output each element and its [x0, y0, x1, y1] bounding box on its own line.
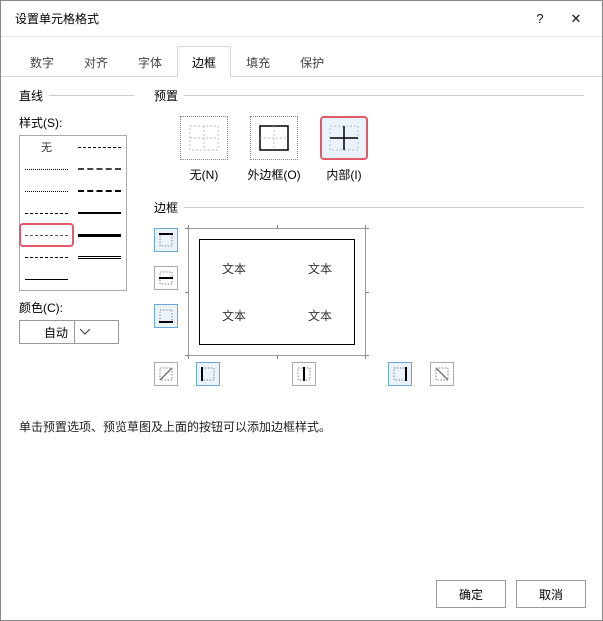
preset-none-icon: [180, 116, 228, 160]
presets-legend: 预置: [154, 87, 184, 104]
border-vmiddle-button[interactable]: [292, 362, 316, 386]
side-buttons-left: [154, 226, 178, 356]
border-bottom-button[interactable]: [154, 304, 178, 328]
style-none[interactable]: 无: [20, 136, 73, 158]
cancel-button[interactable]: 取消: [516, 580, 586, 608]
color-value: 自动: [44, 324, 68, 341]
border-preview[interactable]: 文本 文本 文本 文本: [188, 228, 366, 356]
line-legend: 直线: [19, 87, 49, 104]
right-column: 预置 无(N) 外边框(O): [154, 87, 584, 394]
border-right-button[interactable]: [388, 362, 412, 386]
style-opt-2[interactable]: [20, 158, 73, 180]
color-dropdown[interactable]: 自动: [19, 320, 119, 344]
style-opt-4[interactable]: [20, 180, 73, 202]
presets-fieldset: 预置 无(N) 外边框(O): [154, 87, 584, 191]
close-button[interactable]: ✕: [558, 5, 594, 33]
style-opt-1[interactable]: [73, 136, 126, 158]
style-listbox[interactable]: 无: [19, 135, 127, 291]
tab-number[interactable]: 数字: [15, 46, 69, 77]
preview-text-4: 文本: [308, 307, 332, 324]
style-label: 样式(S):: [19, 114, 134, 131]
preset-outline-icon: [250, 116, 298, 160]
border-hmiddle-button[interactable]: [154, 266, 178, 290]
preview-text-2: 文本: [308, 260, 332, 277]
style-opt-9[interactable]: [73, 224, 126, 246]
color-label: 颜色(C):: [19, 299, 134, 316]
border-left-button[interactable]: [196, 362, 220, 386]
titlebar: 设置单元格格式 ? ✕: [1, 1, 602, 37]
tab-fill[interactable]: 填充: [231, 46, 285, 77]
style-opt-12[interactable]: [20, 268, 73, 290]
ok-button[interactable]: 确定: [436, 580, 506, 608]
preset-inside-label: 内部(I): [326, 166, 361, 183]
tab-protection[interactable]: 保护: [285, 46, 339, 77]
preset-inside-icon: [320, 116, 368, 160]
style-opt-13[interactable]: [73, 268, 126, 290]
line-fieldset: 直线 样式(S): 无: [19, 87, 134, 291]
border-fieldset: 边框: [154, 199, 584, 386]
preview-inner: 文本 文本 文本 文本: [199, 239, 355, 345]
left-column: 直线 样式(S): 无: [19, 87, 134, 394]
tab-border[interactable]: 边框: [177, 46, 231, 77]
style-opt-3[interactable]: [73, 158, 126, 180]
footer: 确定 取消: [436, 580, 586, 608]
preset-inside[interactable]: 内部(I): [316, 116, 372, 183]
tab-alignment[interactable]: 对齐: [69, 46, 123, 77]
preset-outline-label: 外边框(O): [247, 166, 300, 183]
style-opt-8[interactable]: [20, 224, 73, 246]
help-button[interactable]: ?: [522, 5, 558, 33]
preset-none-label: 无(N): [190, 166, 219, 183]
hint-text: 单击预置选项、预览草图及上面的按钮可以添加边框样式。: [1, 394, 602, 435]
border-top-button[interactable]: [154, 228, 178, 252]
border-legend: 边框: [154, 199, 184, 216]
chevron-down-icon: [74, 321, 94, 343]
preview-text-1: 文本: [222, 260, 246, 277]
content: 直线 样式(S): 无: [1, 77, 602, 394]
style-opt-7[interactable]: [73, 202, 126, 224]
bottom-border-buttons: [154, 356, 584, 386]
style-opt-11[interactable]: [73, 246, 126, 268]
preset-none[interactable]: 无(N): [176, 116, 232, 183]
preview-text-3: 文本: [222, 307, 246, 324]
style-opt-10[interactable]: [20, 246, 73, 268]
tab-font[interactable]: 字体: [123, 46, 177, 77]
tabs: 数字 对齐 字体 边框 填充 保护: [1, 37, 602, 77]
preview-wrap: 文本 文本 文本 文本: [182, 226, 366, 356]
preset-outline[interactable]: 外边框(O): [246, 116, 302, 183]
border-diag-up-button[interactable]: [154, 362, 178, 386]
window-title: 设置单元格格式: [15, 10, 522, 27]
style-opt-6[interactable]: [20, 202, 73, 224]
border-diag-down-button[interactable]: [430, 362, 454, 386]
style-opt-5[interactable]: [73, 180, 126, 202]
